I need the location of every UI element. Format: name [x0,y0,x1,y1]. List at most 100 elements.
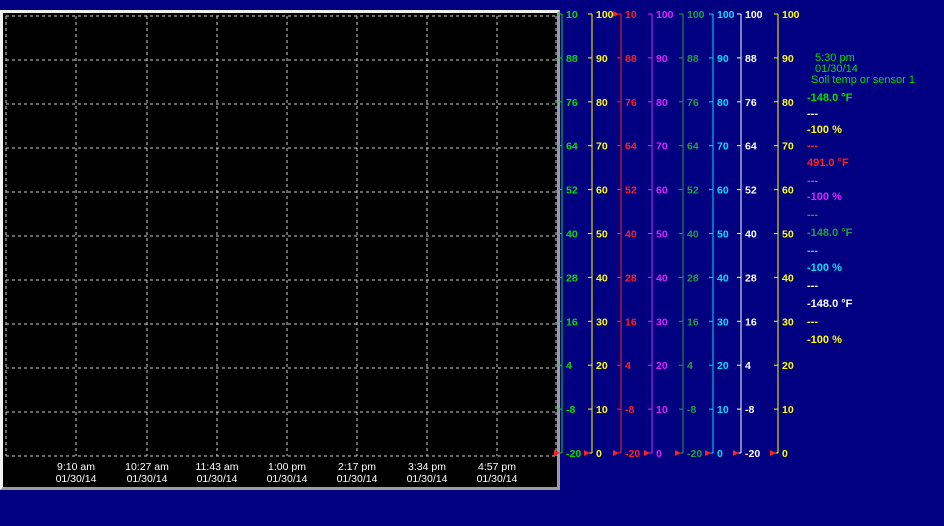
readout-value: -100 % [807,124,842,136]
axis-tick-label: 16 [687,316,699,328]
axis-tick-label: 80 [656,97,668,109]
axis-8: 1009080706050403020100 [770,9,800,460]
axis-tick-label: 90 [782,53,794,65]
axis-tick-label: 64 [745,141,757,153]
axis-tick-label: -20 [566,448,581,460]
axis-tick-label: 40 [717,272,729,284]
axis-tick-label: 4 [566,360,572,372]
readout-value: --- [807,108,818,120]
axis-tick-label: 16 [625,316,637,328]
readout-value: -100 % [807,334,842,346]
axis-tick-label: 76 [566,97,578,109]
axis-tick-label: 88 [625,53,637,65]
axis-tick-label: 16 [745,316,757,328]
axis-tick-label: -20 [625,448,640,460]
axis-marker-arrow[interactable] [733,450,739,456]
readout-value: -148.0 °F [807,298,853,310]
readout-sensor: Soil temp or sensor 1 [811,74,915,86]
axis-tick-label: 90 [717,53,729,65]
readout-value: -148.0 °F [807,92,853,104]
axis-tick-label: 52 [745,185,757,197]
axis-tick-label: 4 [625,360,631,372]
axis-tick-label: 64 [566,141,578,153]
readout-value: 491.0 °F [807,157,849,169]
axis-tick-label: 88 [566,53,578,65]
axis-tick-label: 100 [745,9,763,21]
axis-tick-label: -8 [566,404,575,416]
axis-7: 100 88 76 64 52 40 28 16 4 -8 -20 [733,9,763,460]
axis-tick-label: 40 [782,272,794,284]
axis-tick-label: 10 [566,9,578,21]
axis-tick-label: 4 [745,360,751,372]
axis-tick-label: 0 [782,448,788,460]
axis-tick-label: 70 [596,141,608,153]
readout-value: --- [807,245,818,257]
readout-value: --- [807,175,818,187]
axis-tick-label: 80 [717,97,729,109]
readout-value: --- [807,316,818,328]
axis-tick-label: -20 [687,448,702,460]
axis-tick-label: 10 [596,404,608,416]
axis-marker-arrow[interactable] [770,450,776,456]
axis-tick-label: 40 [656,272,668,284]
axis-tick-label: 60 [717,185,729,197]
axis-tick-label: 70 [782,141,794,153]
axis-tick-label: 40 [596,272,608,284]
axis-tick-label: 80 [782,97,794,109]
axis-tick-label: 76 [687,97,699,109]
axis-tick-label: 30 [656,316,668,328]
axis-marker-arrow[interactable] [644,450,650,456]
axis-tick-label: 4 [687,360,693,372]
axis-tick-label: 60 [782,185,794,197]
axis-tick-label: 76 [625,97,637,109]
axis-tick-label: 90 [596,53,608,65]
axis-tick-label: 52 [625,185,637,197]
axis-4: 1009080706050403020100 [644,9,674,460]
axis-tick-label: 40 [687,229,699,241]
readout-value: -100 % [807,262,842,274]
axis-tick-label: 40 [625,229,637,241]
axis-tick-label: 88 [745,53,757,65]
readout-value: --- [807,280,818,292]
readout-value: --- [807,140,818,152]
axis-6: 1009080706050403020100 [705,9,735,460]
axis-tick-label: 20 [717,360,729,372]
axis-marker-arrow[interactable] [613,450,619,456]
axis-tick-label: 10 [782,404,794,416]
axis-tick-label: 10 [717,404,729,416]
axis-tick-label: 100 [656,9,674,21]
axis-tick-label: 88 [687,53,699,65]
axis-1: 10 88 76 64 52 40 28 16 4 -8 -20 [554,9,581,460]
axis-tick-label: 10 [625,9,637,21]
axis-marker-arrow[interactable] [705,450,711,456]
axis-tick-label: -8 [745,404,754,416]
axis-tick-label: 100 [687,9,705,21]
axis-tick-label: -8 [625,404,634,416]
axis-tick-label: 20 [782,360,794,372]
axis-marker-arrow-top[interactable] [613,11,619,17]
axis-tick-label: 50 [782,229,794,241]
axis-tick-label: 90 [656,53,668,65]
axis-marker-arrow[interactable] [675,450,681,456]
axis-tick-label: 28 [566,272,578,284]
axis-marker-arrow[interactable] [554,450,560,456]
axis-tick-label: 76 [745,97,757,109]
axis-tick-label: 52 [687,185,699,197]
axis-tick-label: 100 [782,9,800,21]
axis-tick-label: 20 [656,360,668,372]
axis-tick-label: 40 [566,229,578,241]
axis-tick-label: 70 [717,141,729,153]
axis-tick-label: 50 [596,229,608,241]
readout-value: -148.0 °F [807,227,853,239]
axis-2: 1009080706050403020100 [584,9,614,460]
axis-tick-label: 30 [782,316,794,328]
axis-tick-label: 60 [596,185,608,197]
axis-tick-label: 0 [656,448,662,460]
axis-tick-label: 10 [656,404,668,416]
axis-tick-label: 50 [717,229,729,241]
axis-tick-label: 40 [745,229,757,241]
axis-tick-label: 52 [566,185,578,197]
axis-tick-label: 0 [717,448,723,460]
axis-tick-label: 28 [625,272,637,284]
axis-marker-arrow[interactable] [584,450,590,456]
